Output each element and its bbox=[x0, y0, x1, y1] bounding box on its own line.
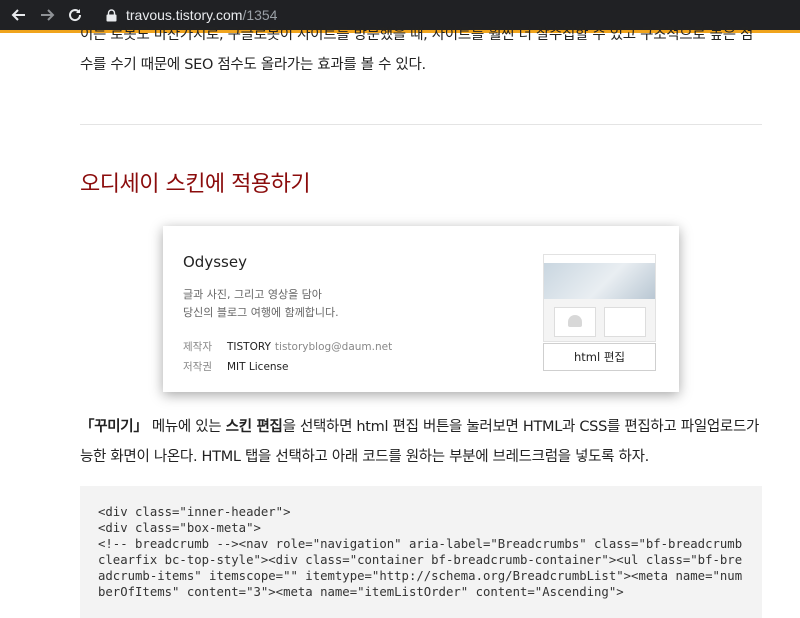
maker-email: tistoryblog@daum.net bbox=[274, 341, 393, 353]
skin-description: 글과 사진, 그리고 영상을 담아 당신의 블로그 여행에 함께합니다. bbox=[183, 286, 339, 322]
skin-name: Odyssey bbox=[183, 253, 247, 271]
maker-value: TISTORY bbox=[227, 341, 271, 353]
license-value: MIT License bbox=[227, 361, 289, 373]
instruction-text-1: 메뉴에 있는 bbox=[147, 419, 226, 435]
intro-paragraph: 이는 로봇도 마찬가지로, 구글로봇이 사이트를 방문했을 때, 사이트를 훨씬… bbox=[80, 27, 754, 73]
skin-license: 저작권 MIT License bbox=[183, 359, 289, 374]
skin-edit-term: 스킨 편집 bbox=[225, 419, 283, 435]
skin-preview-thumbnail bbox=[543, 254, 656, 342]
section-divider bbox=[80, 124, 762, 125]
code-block: <div class="inner-header"> <div class="b… bbox=[80, 486, 762, 618]
skin-maker: 제작자 TISTORY tistoryblog@daum.net bbox=[183, 339, 392, 354]
section-heading: 오디세이 스킨에 적용하기 bbox=[80, 172, 311, 197]
code-content: <div class="inner-header"> <div class="b… bbox=[98, 505, 743, 599]
skin-card: Odyssey 글과 사진, 그리고 영상을 담아 당신의 블로그 여행에 함께… bbox=[163, 226, 679, 392]
maker-label: 제작자 bbox=[183, 341, 212, 353]
arrow-right-icon[interactable] bbox=[36, 4, 58, 26]
skin-desc-line-1: 글과 사진, 그리고 영상을 담아 bbox=[183, 288, 322, 301]
license-label: 저작권 bbox=[183, 361, 212, 373]
arrow-left-icon[interactable] bbox=[8, 4, 30, 26]
instruction-paragraph: 「꾸미기」 메뉴에 있는 스킨 편집을 선택하면 html 편집 버튼을 눌러보… bbox=[80, 412, 762, 472]
skin-desc-line-2: 당신의 블로그 여행에 함께합니다. bbox=[183, 306, 339, 319]
html-edit-button[interactable]: html 편집 bbox=[543, 343, 656, 371]
menu-name: 「꾸미기」 bbox=[80, 419, 148, 435]
